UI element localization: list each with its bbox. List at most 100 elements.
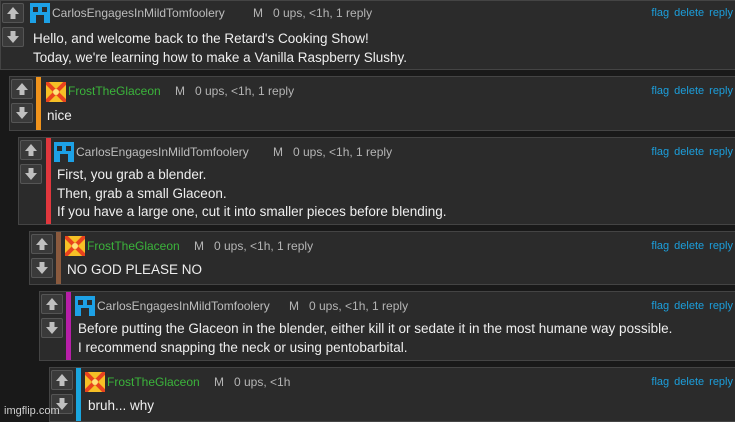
reply-link[interactable]: reply bbox=[709, 146, 733, 158]
flag-link[interactable]: flag bbox=[651, 146, 669, 158]
user-avatar-icon[interactable] bbox=[85, 372, 105, 392]
username[interactable]: FrostTheGlaceon bbox=[107, 368, 200, 396]
delete-link[interactable]: delete bbox=[674, 376, 704, 388]
comment: CarlosEngagesInMildTomfoolery M 0 ups, <1… bbox=[39, 291, 735, 361]
downvote-button[interactable] bbox=[31, 258, 53, 278]
mod-badge: M bbox=[289, 299, 299, 313]
comment-body: NO GOD PLEASE NO bbox=[67, 261, 729, 280]
upvote-button[interactable] bbox=[51, 370, 73, 390]
arrow-down-icon bbox=[16, 107, 28, 119]
comment: CarlosEngagesInMildTomfoolery M 0 ups, <1… bbox=[0, 0, 735, 70]
comment-body: Hello, and welcome back to the Retard's … bbox=[33, 30, 729, 67]
comment-line: bruh... why bbox=[88, 398, 155, 413]
mod-badge: M bbox=[214, 375, 224, 389]
username[interactable]: CarlosEngagesInMildTomfoolery bbox=[76, 138, 249, 166]
comment-actions: flag delete reply bbox=[646, 292, 733, 320]
comment-body: nice bbox=[47, 107, 729, 126]
comment-line: nice bbox=[47, 108, 72, 123]
comment-meta: 0 ups, <1h, 1 reply bbox=[214, 239, 314, 253]
comment-line: Then, grab a small Glaceon. bbox=[57, 185, 227, 201]
flag-link[interactable]: flag bbox=[651, 240, 669, 252]
comment-actions: flag delete reply bbox=[646, 232, 733, 260]
delete-link[interactable]: delete bbox=[674, 7, 704, 19]
upvote-button[interactable] bbox=[11, 79, 33, 99]
delete-link[interactable]: delete bbox=[674, 146, 704, 158]
vote-controls bbox=[10, 77, 37, 130]
arrow-down-icon bbox=[46, 322, 58, 334]
mod-badge: M bbox=[175, 84, 185, 98]
upvote-button[interactable] bbox=[31, 234, 53, 254]
thread-accent-bar bbox=[56, 232, 61, 284]
mod-badge: M bbox=[194, 239, 204, 253]
comment: FrostTheGlaceon M 0 ups, <1h, 1 reply fla… bbox=[29, 231, 735, 285]
thread-accent-bar bbox=[46, 138, 51, 224]
username[interactable]: CarlosEngagesInMildTomfoolery bbox=[52, 1, 225, 25]
comment: CarlosEngagesInMildTomfoolery M 0 ups, <1… bbox=[18, 137, 735, 225]
user-avatar-icon[interactable] bbox=[65, 236, 85, 256]
comment-line: Before putting the Glaceon in the blende… bbox=[78, 321, 673, 336]
reply-link[interactable]: reply bbox=[709, 7, 733, 19]
comment-body: Before putting the Glaceon in the blende… bbox=[78, 320, 729, 357]
mod-badge: M bbox=[253, 6, 263, 20]
reply-link[interactable]: reply bbox=[709, 240, 733, 252]
username[interactable]: FrostTheGlaceon bbox=[87, 232, 180, 260]
user-avatar-icon[interactable] bbox=[46, 82, 66, 102]
comment-actions: flag delete reply bbox=[646, 77, 733, 105]
comment-body: First, you grab a blender. Then, grab a s… bbox=[57, 166, 729, 222]
comment-body: bruh... why bbox=[88, 397, 729, 416]
reply-link[interactable]: reply bbox=[709, 376, 733, 388]
comment-header: CarlosEngagesInMildTomfoolery M 0 ups, <1… bbox=[75, 292, 735, 320]
comment-line: Today, we're learning how to make a Vani… bbox=[33, 49, 408, 65]
flag-link[interactable]: flag bbox=[651, 7, 669, 19]
vote-controls bbox=[19, 138, 46, 224]
comment-actions: flag delete reply bbox=[646, 368, 733, 396]
upvote-button[interactable] bbox=[20, 140, 42, 160]
delete-link[interactable]: delete bbox=[674, 240, 704, 252]
thread-accent-bar bbox=[36, 77, 41, 130]
delete-link[interactable]: delete bbox=[674, 85, 704, 97]
username[interactable]: FrostTheGlaceon bbox=[68, 77, 161, 105]
thread-accent-bar bbox=[66, 292, 71, 360]
arrow-up-icon bbox=[16, 83, 28, 95]
user-avatar-icon[interactable] bbox=[75, 296, 95, 316]
arrow-up-icon bbox=[56, 374, 68, 386]
comment-header: CarlosEngagesInMildTomfoolery M 0 ups, <1… bbox=[30, 1, 735, 25]
comment-meta: 0 ups, <1h bbox=[234, 375, 291, 389]
downvote-button[interactable] bbox=[11, 103, 33, 123]
comment-meta: 0 ups, <1h, 1 reply bbox=[293, 145, 393, 159]
delete-link[interactable]: delete bbox=[674, 300, 704, 312]
imgflip-watermark: imgflip.com bbox=[4, 405, 60, 417]
reply-link[interactable]: reply bbox=[709, 300, 733, 312]
comment-meta: 0 ups, <1h, 1 reply bbox=[273, 6, 373, 20]
arrow-down-icon bbox=[25, 168, 37, 180]
reply-link[interactable]: reply bbox=[709, 85, 733, 97]
comment-line: Hello, and welcome back to the Retard's … bbox=[33, 31, 369, 46]
vote-controls bbox=[30, 232, 57, 284]
user-avatar-icon[interactable] bbox=[30, 3, 50, 23]
thread-accent-bar bbox=[76, 368, 81, 421]
user-avatar-icon[interactable] bbox=[54, 142, 74, 162]
arrow-up-icon bbox=[46, 298, 58, 310]
flag-link[interactable]: flag bbox=[651, 85, 669, 97]
downvote-button[interactable] bbox=[2, 27, 24, 47]
upvote-button[interactable] bbox=[41, 294, 63, 314]
arrow-down-icon bbox=[7, 31, 19, 43]
flag-link[interactable]: flag bbox=[651, 376, 669, 388]
downvote-button[interactable] bbox=[20, 164, 42, 184]
arrow-up-icon bbox=[36, 238, 48, 250]
username[interactable]: CarlosEngagesInMildTomfoolery bbox=[97, 292, 270, 320]
comment-header: FrostTheGlaceon M 0 ups, <1h flag delete re… bbox=[85, 368, 735, 396]
flag-link[interactable]: flag bbox=[651, 300, 669, 312]
upvote-button[interactable] bbox=[2, 3, 24, 23]
comment-meta: 0 ups, <1h, 1 reply bbox=[195, 84, 295, 98]
comment: FrostTheGlaceon M 0 ups, <1h flag delete re… bbox=[49, 367, 735, 422]
arrow-up-icon bbox=[25, 144, 37, 156]
comment-header: CarlosEngagesInMildTomfoolery M 0 ups, <1… bbox=[54, 138, 735, 166]
comment-header: FrostTheGlaceon M 0 ups, <1h, 1 reply fla… bbox=[46, 77, 735, 105]
comment: FrostTheGlaceon M 0 ups, <1h, 1 reply fla… bbox=[9, 76, 735, 131]
downvote-button[interactable] bbox=[41, 318, 63, 338]
arrow-up-icon bbox=[7, 7, 19, 19]
comment-line: I recommend snapping the neck or using p… bbox=[78, 339, 408, 355]
comment-header: FrostTheGlaceon M 0 ups, <1h, 1 reply fla… bbox=[65, 232, 735, 260]
comment-line: NO GOD PLEASE NO bbox=[67, 262, 203, 277]
